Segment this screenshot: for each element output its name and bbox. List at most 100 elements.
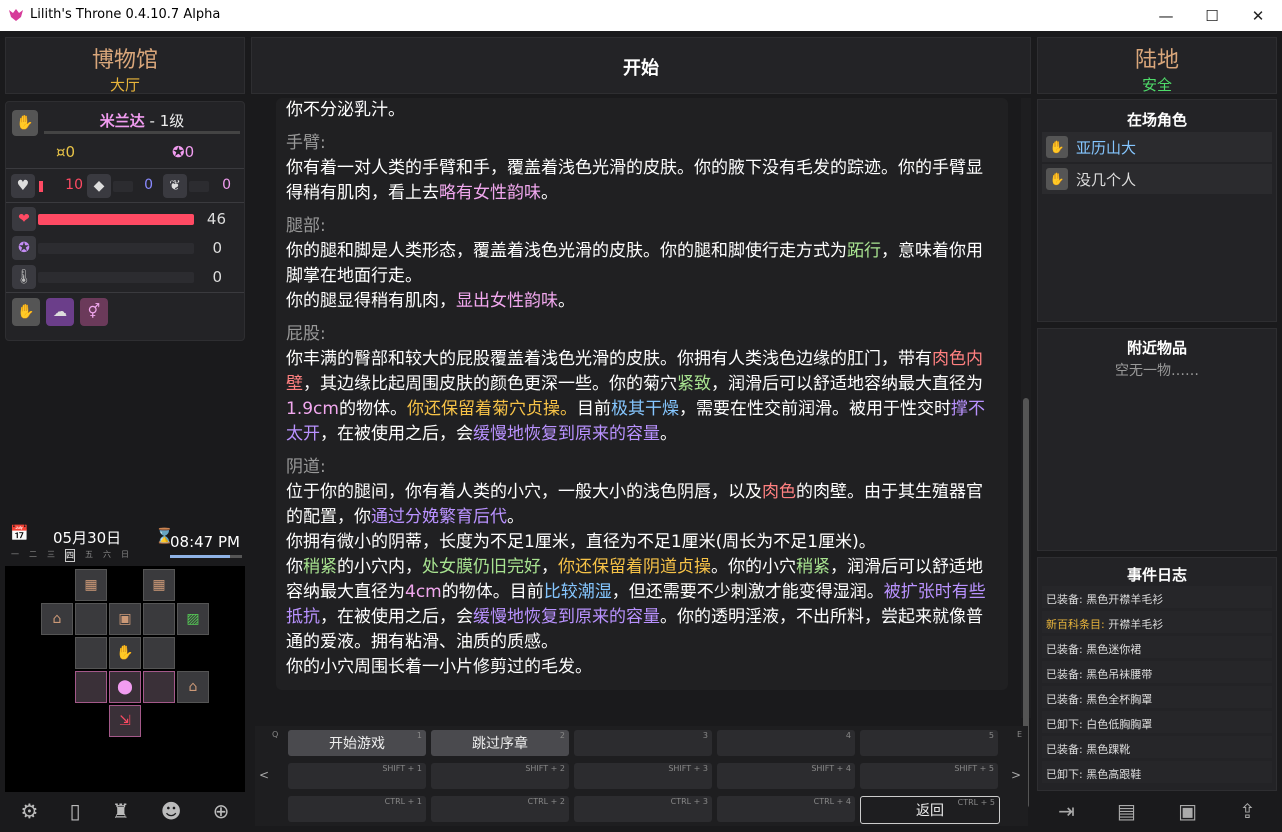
action-button[interactable]: 3 — [574, 730, 712, 756]
action-button[interactable]: CTRL + 3 — [574, 796, 712, 822]
text-segment: 肉色 — [762, 482, 796, 502]
phone-icon[interactable]: ▯ — [70, 799, 81, 823]
map-tile[interactable] — [75, 637, 107, 669]
window-title: Lilith's Throne 0.4.10.7 Alpha — [30, 7, 221, 22]
section-heading: 手臂: — [286, 133, 326, 153]
page-next-key: E — [1017, 730, 1023, 739]
map-tile[interactable] — [143, 637, 175, 669]
text-segment: 你 — [286, 557, 303, 577]
text-segment: 。 — [660, 424, 677, 444]
text-segment: 你有着一对人类的手臂和手，覆盖着浅色光滑的皮肤。你的腋下没有毛发的踪迹。你的手臂… — [286, 158, 983, 203]
cloud-status-icon[interactable]: ☁ — [46, 298, 74, 326]
zoom-icon[interactable]: ⊕ — [213, 799, 230, 823]
action-button[interactable]: SHIFT + 3 — [574, 763, 712, 789]
present-character[interactable]: ✋ 没几个人 — [1042, 164, 1272, 194]
text-segment: 紧致 — [677, 374, 711, 394]
action-button[interactable]: 开始游戏 1 — [288, 730, 426, 756]
map-tile[interactable]: ⌂ — [177, 671, 209, 703]
minimize-button[interactable]: — — [1143, 0, 1189, 31]
map-tile[interactable]: ▦ — [143, 569, 175, 601]
export-icon[interactable]: ⇪ — [1239, 799, 1256, 823]
journal-icon[interactable]: ▤ — [1117, 799, 1136, 823]
hotkey-label: SHIFT + 1 — [382, 764, 422, 773]
gender-status-icon[interactable]: ⚥ — [80, 298, 108, 326]
health-icon: ❤ — [12, 207, 36, 231]
player-panel: ✋ 米兰达 - 1级 ¤0 ✪0 ♥ 10 ◆ 0 ❦ 0 ❤ 46 ✪ 0 🌡… — [5, 101, 245, 341]
text-segment: 。 — [507, 507, 524, 527]
action-button[interactable]: 跳过序章 2 — [431, 730, 569, 756]
weekday: 三 — [47, 550, 55, 559]
map-tile[interactable] — [75, 671, 107, 703]
save-icon[interactable]: ▣ — [1178, 799, 1197, 823]
close-button[interactable]: ✕ — [1235, 0, 1281, 31]
text-segment: 的物体。目前 — [441, 582, 544, 602]
action-button[interactable]: SHIFT + 5 — [860, 763, 998, 789]
exit-icon[interactable]: ⇥ — [1058, 799, 1075, 823]
action-button[interactable]: SHIFT + 4 — [717, 763, 855, 789]
inventory-icon[interactable]: ♜ — [112, 799, 130, 823]
wings-icon: ❦ — [163, 174, 187, 198]
time-text: 08:47 PM — [170, 533, 240, 551]
text-segment: 稍紧 — [796, 557, 830, 577]
action-button[interactable]: CTRL + 4 — [717, 796, 855, 822]
action-button[interactable]: CTRL + 1 — [288, 796, 426, 822]
action-button[interactable]: SHIFT + 2 — [431, 763, 569, 789]
present-character[interactable]: ✋ 亚历山大 — [1042, 132, 1272, 162]
calendar-icon: 📅 — [10, 524, 29, 542]
player-location-icon[interactable]: ⬤ — [109, 671, 141, 703]
character-avatar-icon: ✋ — [1046, 168, 1068, 190]
log-entry: 已卸下: 黑色高跟鞋 — [1042, 761, 1272, 783]
body-paragraph: 位于你的腿间，你有着人类的小穴，一般大小的浅色阴唇，以及肉色的肉壁。由于其生殖器… — [286, 480, 998, 530]
settings-icon[interactable]: ⚙ — [21, 799, 39, 823]
action-button[interactable]: CTRL + 2 — [431, 796, 569, 822]
log-entry: 已装备: 黑色全杯胸罩 — [1042, 686, 1272, 708]
page-prev-button[interactable]: < — [259, 768, 269, 782]
text-segment: 稍紧 — [303, 557, 337, 577]
items-title: 附近物品 — [1126, 339, 1187, 357]
resource-3-value: 0 — [222, 177, 231, 193]
body-paragraph: 你的腿显得稍有肌肉，显出女性韵味。 — [286, 289, 998, 314]
events-title: 事件日志 — [1126, 566, 1187, 584]
page-next-button[interactable]: > — [1011, 768, 1021, 782]
map-tile[interactable]: ▨ — [177, 603, 209, 635]
weekday: 六 — [103, 550, 111, 559]
main-text-area: 你不分泌乳汁。 手臂: 你有着一对人类的手臂和手，覆盖着浅色光滑的皮肤。你的腋下没有… — [276, 98, 1008, 690]
hotkey-label: 1 — [416, 731, 422, 740]
map-tile[interactable]: ⌂ — [41, 603, 73, 635]
minimap[interactable]: ▦ ▦ ⌂ ▣ ▨ ✋ ⬤ ⌂ ⇲ — [5, 566, 245, 792]
danger-status: 安全 — [1141, 76, 1172, 94]
action-button[interactable]: SHIFT + 1 — [288, 763, 426, 789]
text-segment: ，润滑后可以舒适地容纳最大直径为 — [711, 374, 983, 394]
map-tile[interactable] — [75, 603, 107, 635]
text-segment: ， — [541, 557, 558, 577]
map-tile[interactable]: ▣ — [109, 603, 141, 635]
characters-icon[interactable]: ☻ — [161, 799, 182, 823]
scrollbar[interactable] — [1021, 98, 1031, 808]
action-button[interactable]: 4 — [717, 730, 855, 756]
map-tile[interactable]: ▦ — [75, 569, 107, 601]
exit-tile[interactable]: ⇲ — [109, 705, 141, 737]
text-segment: ，在被使用之后，会 — [320, 607, 473, 627]
mana-value: 0 — [212, 239, 222, 257]
app-logo-icon — [9, 9, 23, 21]
maximize-button[interactable]: ☐ — [1189, 0, 1235, 31]
map-tile[interactable] — [143, 603, 175, 635]
player-avatar-icon[interactable]: ✋ — [12, 110, 38, 136]
text-segment: 你的腿和脚是人类形态，覆盖着浅色光滑的皮肤。你的腿和脚使行走方式为 — [286, 241, 847, 261]
action-label: 跳过序章 — [472, 736, 528, 752]
text-segment: 跖行 — [847, 241, 881, 261]
body-status-icon[interactable]: ✋ — [12, 298, 40, 326]
log-prefix: 已装备: — [1046, 643, 1087, 656]
log-entry: 已装备: 黑色开襟羊毛衫 — [1042, 586, 1272, 608]
map-tile[interactable]: ✋ — [109, 637, 141, 669]
text-segment: 略有女性韵味 — [439, 183, 541, 203]
health-bar-fill — [38, 214, 194, 225]
body-paragraph: 你的腿和脚是人类形态，覆盖着浅色光滑的皮肤。你的腿和脚使行走方式为跖行，意味着你… — [286, 239, 998, 289]
hotkey-label: SHIFT + 4 — [811, 764, 851, 773]
map-tile[interactable] — [143, 671, 175, 703]
player-name[interactable]: 米兰达 — [100, 112, 145, 130]
text-segment: 你的腿显得稍有肌肉， — [286, 291, 456, 311]
log-text: 黑色迷你裙 — [1086, 643, 1142, 656]
action-button[interactable]: 返回 CTRL + 5 — [860, 796, 1000, 824]
action-button[interactable]: 5 — [860, 730, 998, 756]
